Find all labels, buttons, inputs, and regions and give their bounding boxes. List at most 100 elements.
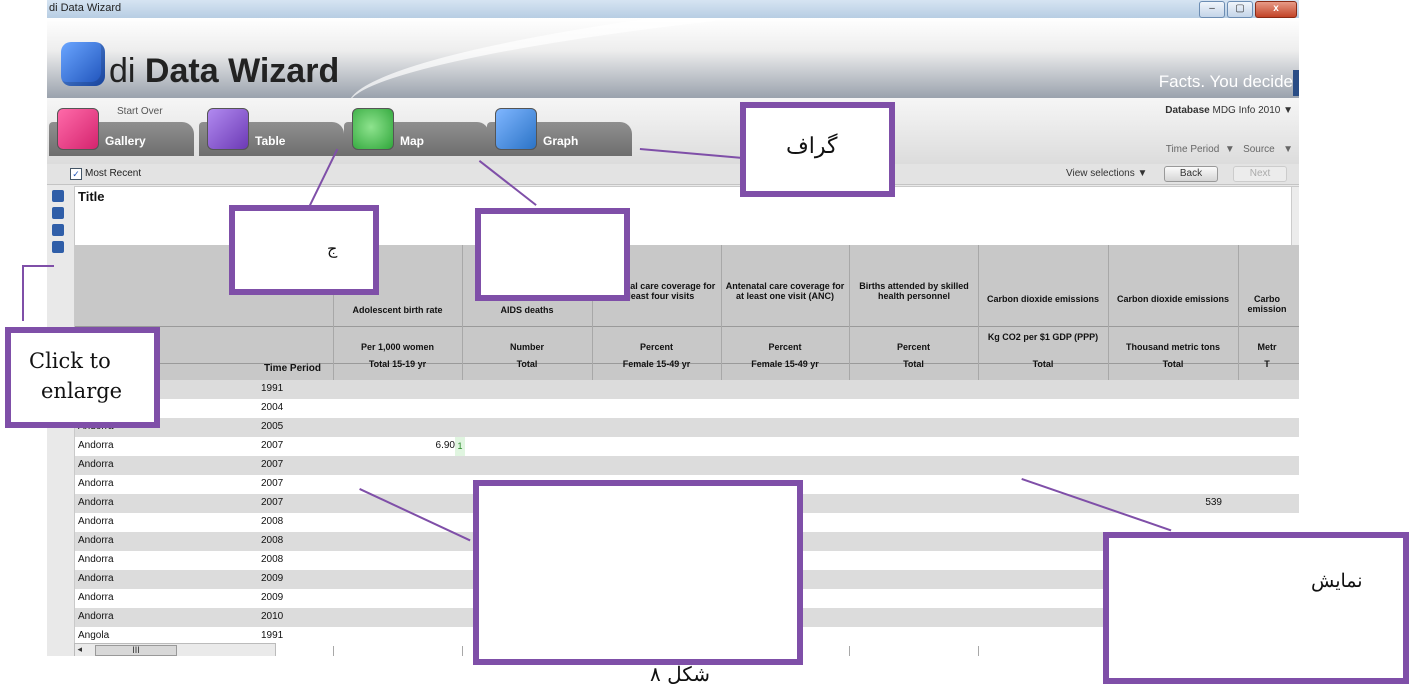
tab-map[interactable]: Map [344, 108, 489, 156]
column-header: Births attended by skilled health person… [859, 281, 969, 301]
column-unit: Percent [768, 342, 802, 352]
close-button[interactable]: x [1255, 1, 1297, 18]
column-subgroup: Total [903, 359, 924, 369]
app-title-bold: Data Wizard [144, 52, 340, 90]
tab-graph-label: Graph [543, 134, 579, 148]
window-title: di Data Wizard [49, 2, 122, 14]
column-unit: Number [509, 342, 544, 352]
cell-year: 2005 [261, 421, 284, 432]
column-unit: Percent [639, 342, 674, 352]
minimize-button[interactable]: – [1199, 1, 1225, 18]
display-callout-text: نمایش [1311, 570, 1363, 592]
save-icon[interactable] [52, 241, 64, 253]
column-subgroup: Total [516, 359, 538, 369]
window-titlebar: di Data Wizard – ▢ x [47, 0, 1299, 18]
column-unit: Thousand metric tons [1125, 342, 1220, 352]
cell-area: Andorra [78, 611, 114, 622]
maximize-button[interactable]: ▢ [1227, 1, 1253, 18]
tagline: Facts. You decide [1158, 72, 1293, 91]
cell-area: Andorra [78, 516, 114, 527]
display-callout: نمایش [1103, 532, 1409, 684]
back-button[interactable]: Back [1164, 166, 1218, 182]
chevron-down-icon: ▼ [1277, 144, 1293, 155]
next-button[interactable]: Next [1233, 166, 1287, 182]
table-title: Title [78, 189, 105, 204]
chevron-left-icon[interactable]: ◂ [75, 644, 83, 654]
cell-year: 2010 [261, 611, 284, 622]
side-toolbar [52, 190, 70, 258]
column-subgroup: Total 15-19 yr [368, 359, 427, 369]
chevron-down-icon: ▼ [1283, 105, 1293, 116]
table-row[interactable]: Andorra2005 [75, 418, 1299, 437]
column-subgroup: Female 15-49 yr [622, 359, 691, 369]
filters: Time Period ▼ Source ▼ [1166, 144, 1293, 155]
tab-graph[interactable]: Graph [487, 108, 632, 156]
cell-area: Andorra [78, 592, 114, 603]
cell-area: Angola [78, 630, 110, 641]
globe-icon [352, 108, 394, 150]
column-header: AIDS deaths [500, 305, 554, 315]
cell-value: 539 [1205, 497, 1222, 508]
table-row[interactable]: Andorra 2007 6.90 1 [75, 437, 1299, 456]
globe-small-icon[interactable] [52, 207, 64, 219]
source-dropdown[interactable]: Source [1243, 144, 1275, 155]
cell-year: 2007 [261, 459, 284, 470]
tagline-edge [1293, 70, 1299, 96]
view-selections-dropdown[interactable]: View selections ▼ [1066, 168, 1147, 179]
chevron-down-icon: ▼ [1137, 168, 1148, 179]
column-header: Adolescent birth rate [352, 305, 443, 315]
cell-year: 2008 [261, 535, 284, 546]
scroll-thumb[interactable]: III [95, 645, 177, 656]
cell-value: 6.90 [435, 440, 455, 451]
start-over-link[interactable]: Start Over [117, 106, 163, 117]
tab-gallery-label: Gallery [105, 134, 146, 148]
banner-swoosh [343, 18, 1299, 98]
arrow-line [22, 265, 24, 321]
column-subgroup: T [1264, 359, 1270, 369]
graph-callout: گراف [740, 102, 895, 197]
cell-area: Andorra [78, 535, 114, 546]
help-icon[interactable] [52, 224, 64, 236]
most-recent-label: Most Recent [85, 168, 142, 179]
column-subgroup: Female 15-49 yr [751, 359, 819, 369]
app-banner: di Data Wizard Facts. You decide [47, 18, 1299, 98]
table-row[interactable]: 2004 [75, 399, 1299, 418]
horizontal-scrollbar[interactable]: ◂ III [74, 643, 276, 656]
column-header: Carbo emission [1247, 294, 1287, 314]
most-recent-checkbox[interactable]: ✓ [70, 168, 82, 180]
bar-chart-icon [495, 108, 537, 150]
toolbar: ✓ Most Recent View selections ▼ Back Nex… [47, 164, 1299, 185]
column-unit: Metr [1257, 342, 1277, 352]
column-subgroup: Total [1032, 359, 1054, 369]
cell-year: 1991 [261, 383, 284, 394]
database-value: MDG Info 2010 [1212, 105, 1281, 116]
tab-gallery[interactable]: Gallery [49, 108, 194, 156]
app-logo-icon [61, 42, 105, 86]
cell-year: 1991 [261, 630, 284, 641]
table-row[interactable]: 1991 [75, 380, 1299, 399]
cell-year: 2009 [261, 592, 284, 603]
table-callout [473, 480, 803, 665]
cell-area: Andorra [78, 497, 114, 508]
column-unit: Kg CO2 per $1 GDP (PPP) [987, 332, 1099, 342]
gallery-icon [57, 108, 99, 150]
app-title: di Data Wizard [109, 52, 339, 91]
graph-tab-callout [475, 208, 630, 301]
database-selector[interactable]: Database MDG Info 2010 ▼ [1165, 105, 1293, 116]
cell-area: Andorra [78, 459, 114, 470]
tab-table[interactable]: Table [199, 108, 344, 156]
time-period-dropdown[interactable]: Time Period [1166, 144, 1220, 155]
graph-callout-text: گراف [786, 134, 838, 159]
column-header: Antenatal care coverage for at least one… [725, 281, 845, 301]
arrow-line [24, 265, 54, 267]
footnote-flag[interactable]: 1 [455, 437, 465, 456]
cell-year: 2008 [261, 554, 284, 565]
chevron-down-icon: ▼ [1222, 144, 1241, 155]
table-icon [207, 108, 249, 150]
table-row[interactable]: Andorra 2007 [75, 456, 1299, 475]
cell-year: 2008 [261, 516, 284, 527]
enlarge-line2: enlarge [41, 379, 123, 403]
format-icon[interactable] [52, 190, 64, 202]
cell-area: Andorra [78, 573, 114, 584]
time-period-header: Time Period [263, 363, 322, 374]
